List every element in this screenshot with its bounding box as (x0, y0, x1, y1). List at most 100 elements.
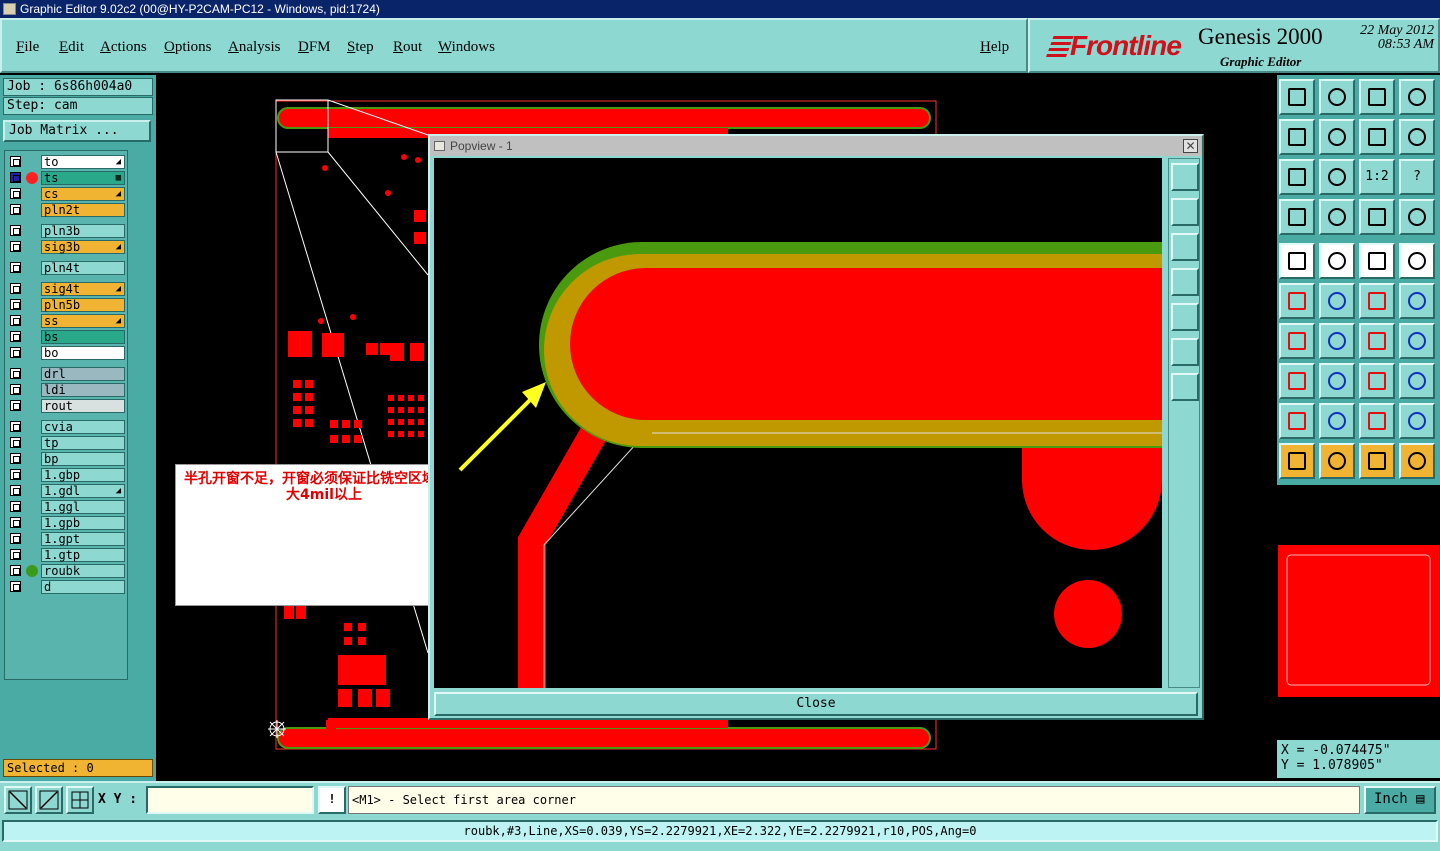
layer-row-ss[interactable]: ss ◢ (7, 314, 125, 328)
menu-file[interactable]: File (16, 39, 39, 56)
tool-pointer-button[interactable] (1279, 443, 1315, 479)
layer-name[interactable]: bo (41, 346, 125, 360)
layer-checkbox[interactable] (10, 172, 21, 183)
layer-checkbox[interactable] (10, 262, 21, 273)
layer-row-sig4t[interactable]: sig4t ◢ (7, 282, 125, 296)
tool-net-button[interactable] (1279, 283, 1315, 319)
layer-checkbox[interactable] (10, 283, 21, 294)
tool-triangle-d-button[interactable] (1399, 403, 1435, 439)
tool-open-button[interactable] (1279, 79, 1315, 115)
tool-ruler-button[interactable] (1359, 243, 1395, 279)
layer-name[interactable]: bp (41, 452, 125, 466)
tool-line-button[interactable] (1359, 283, 1395, 319)
layer-checkbox[interactable] (10, 188, 21, 199)
layer-name[interactable]: 1.gpb (41, 516, 125, 530)
menu-step[interactable]: Step (347, 39, 374, 56)
tool-layer-a-button[interactable] (1359, 199, 1395, 235)
layer-name[interactable]: cs ◢ (41, 187, 125, 201)
tool-point-button[interactable] (1399, 283, 1435, 319)
layer-name[interactable]: pln2t (41, 203, 125, 217)
layer-checkbox[interactable] (10, 241, 21, 252)
tool-layer-b-button[interactable] (1399, 199, 1435, 235)
tool-cross-button[interactable] (1319, 283, 1355, 319)
layer-name[interactable]: cvia (41, 420, 125, 434)
tool-text-button[interactable] (1399, 323, 1435, 359)
tool-cluster-button[interactable] (1399, 363, 1435, 399)
layer-checkbox[interactable] (10, 549, 21, 560)
layer-checkbox[interactable] (10, 501, 21, 512)
layer-checkbox[interactable] (10, 453, 21, 464)
layer-checkbox[interactable] (10, 384, 21, 395)
tool-minus-button[interactable] (1319, 363, 1355, 399)
menu-edit[interactable]: Edit (59, 39, 84, 56)
tool-pointer-box-button[interactable] (1319, 443, 1355, 479)
layer-row-ldi[interactable]: ldi (7, 383, 125, 397)
tool-help-button[interactable]: ? (1399, 159, 1435, 195)
layer-checkbox[interactable] (10, 517, 21, 528)
layer-row-tp[interactable]: tp (7, 436, 125, 450)
layer-row-bp[interactable]: bp (7, 452, 125, 466)
layer-name[interactable]: to ◢ (41, 155, 125, 169)
tool-arc-button[interactable] (1359, 323, 1395, 359)
tool-settings-button[interactable] (1279, 199, 1315, 235)
layer-checkbox[interactable] (10, 315, 21, 326)
layer-name[interactable]: ts ▦ (41, 171, 125, 185)
layer-row-bo[interactable]: bo (7, 346, 125, 360)
popview-pan-left-button[interactable] (1171, 268, 1199, 296)
layer-name[interactable]: 1.gbp (41, 468, 125, 482)
layer-name[interactable]: 1.gtp (41, 548, 125, 562)
tool-triangle-c-button[interactable] (1359, 403, 1395, 439)
layer-name[interactable]: 1.gpt (41, 532, 125, 546)
layer-row-pln5b[interactable]: pln5b (7, 298, 125, 312)
menu-windows[interactable]: Windows (438, 39, 495, 56)
layer-row-1.gpt[interactable]: 1.gpt (7, 532, 125, 546)
menu-dfm[interactable]: DFM (298, 39, 331, 56)
layer-name[interactable]: drl (41, 367, 125, 381)
popview-pan-right-button[interactable] (1171, 303, 1199, 331)
popview-zoom-home-button[interactable] (1171, 163, 1199, 191)
tool-ratio-button[interactable]: 1:2 (1359, 159, 1395, 195)
layer-name[interactable]: bs (41, 330, 125, 344)
tool-home-button[interactable] (1359, 79, 1395, 115)
layer-checkbox[interactable] (10, 368, 21, 379)
layer-row-ts[interactable]: ts ▦ (7, 171, 125, 185)
layer-name[interactable]: pln3b (41, 224, 125, 238)
tool-angle-button[interactable] (1279, 323, 1315, 359)
layer-row-1.gdl[interactable]: 1.gdl ◢ (7, 484, 125, 498)
layer-checkbox[interactable] (10, 421, 21, 432)
popview-title-bar[interactable]: Popview - 1 ✕ (430, 136, 1202, 156)
popview-zoom-out-button[interactable] (1171, 373, 1199, 401)
popview-close-button[interactable]: Close (434, 692, 1198, 716)
tool-add-pad-button[interactable] (1279, 243, 1315, 279)
layer-row-sig3b[interactable]: sig3b ◢ (7, 240, 125, 254)
menu-analysis[interactable]: Analysis (228, 39, 281, 56)
layer-row-1.gtp[interactable]: 1.gtp (7, 548, 125, 562)
tool-shape-button[interactable] (1279, 363, 1315, 399)
layer-name[interactable]: ss ◢ (41, 314, 125, 328)
menu-help[interactable]: Help (980, 39, 1009, 56)
layer-row-d[interactable]: d (7, 580, 125, 594)
tool-grid-button[interactable] (1319, 199, 1355, 235)
layer-name[interactable]: sig4t ◢ (41, 282, 125, 296)
layer-name[interactable]: 1.gdl ◢ (41, 484, 125, 498)
layer-row-bs[interactable]: bs (7, 330, 125, 344)
grid-mode-button[interactable] (66, 786, 94, 814)
layer-name[interactable]: roubk (41, 564, 125, 578)
layer-checkbox[interactable] (10, 581, 21, 592)
menu-rout[interactable]: Rout (393, 39, 422, 56)
layer-checkbox[interactable] (10, 225, 21, 236)
xy-input[interactable] (146, 786, 314, 814)
alert-button[interactable]: ! (318, 786, 346, 814)
layer-checkbox[interactable] (10, 437, 21, 448)
layer-checkbox[interactable] (10, 156, 21, 167)
tool-snake-button[interactable] (1399, 119, 1435, 155)
tool-fit-button[interactable] (1279, 159, 1315, 195)
layer-name[interactable]: 1.ggl (41, 500, 125, 514)
tool-import-button[interactable] (1279, 119, 1315, 155)
layer-row-to[interactable]: to ◢ (7, 155, 125, 169)
tool-rotate-button[interactable] (1359, 119, 1395, 155)
layer-name[interactable]: ldi (41, 383, 125, 397)
unit-selector[interactable]: Inch ▤ (1364, 786, 1436, 814)
layer-checkbox[interactable] (10, 347, 21, 358)
popview-pan-down-button[interactable] (1171, 233, 1199, 261)
